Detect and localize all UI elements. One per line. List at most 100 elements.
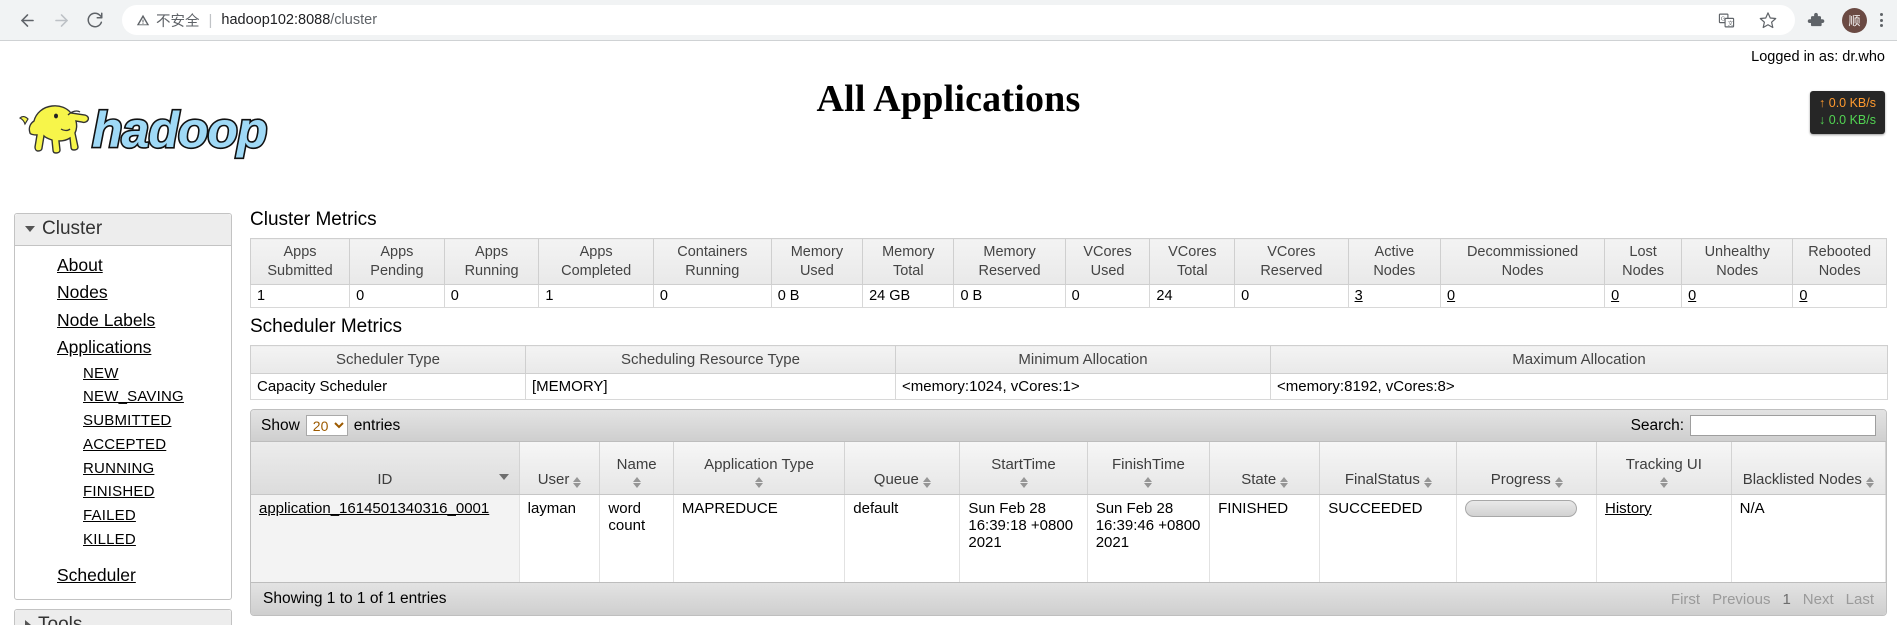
search-input[interactable] (1690, 415, 1876, 437)
url-text: hadoop102:8088/cluster (221, 12, 377, 28)
search-label: Search: (1630, 416, 1684, 434)
back-button[interactable] (10, 3, 44, 37)
th-starttime[interactable]: StartTime (959, 442, 1088, 495)
sidebar-tools-title: Tools (38, 613, 83, 625)
th-finalstatus[interactable]: FinalStatus (1319, 442, 1458, 495)
sidebar-item-submitted[interactable]: SUBMITTED (15, 409, 231, 433)
puzzle-icon[interactable] (1803, 7, 1829, 33)
td-lost-nodes[interactable]: 0 (1604, 284, 1683, 309)
sidebar-item-about[interactable]: About (15, 252, 231, 279)
sort-both-icon (1280, 476, 1289, 488)
sidebar-item-killed[interactable]: KILLED (15, 528, 231, 552)
td-scheduler-type: Capacity Scheduler (250, 373, 526, 401)
sidebar-cluster-header[interactable]: Cluster (15, 214, 231, 246)
td-active-nodes[interactable]: 3 (1347, 284, 1442, 309)
decommissioned-nodes-link[interactable]: 0 (1447, 288, 1455, 304)
sidebar-item-new[interactable]: NEW (15, 362, 231, 386)
td-scheduling-resource-type: [MEMORY] (525, 373, 896, 401)
pagination-last[interactable]: Last (1846, 591, 1874, 608)
th-apps-running: Apps Running (443, 237, 540, 286)
kebab-menu-icon[interactable] (1880, 13, 1883, 27)
datatable-info: Showing 1 to 1 of 1 entries (263, 590, 447, 608)
forward-button[interactable] (44, 3, 78, 37)
hadoop-logo[interactable]: hadoop (12, 89, 332, 167)
td-name: word count (599, 494, 674, 583)
network-upload-speed: ↑ 0.0 KB/s (1819, 96, 1876, 110)
th-progress[interactable]: Progress (1456, 442, 1597, 495)
page-length-control: Show 20 entries (261, 415, 400, 437)
pagination-next[interactable]: Next (1803, 591, 1834, 608)
th-tracking-ui-label: Tracking UI (1625, 455, 1702, 473)
th-application-type-label: Application Type (704, 455, 814, 473)
sort-desc-icon (498, 473, 509, 480)
th-finishtime[interactable]: FinishTime (1087, 442, 1211, 495)
th-id[interactable]: ID (251, 442, 520, 495)
td-vcores-reserved: 0 (1234, 284, 1349, 309)
sidebar-item-finished[interactable]: FINISHED (15, 480, 231, 504)
td-id[interactable]: application_1614501340316_0001 (251, 494, 520, 583)
th-memory-used: Memory Used (770, 237, 864, 286)
show-label: Show (261, 416, 300, 434)
th-scheduler-type: Scheduler Type (250, 345, 526, 375)
th-apps-completed: Apps Completed (538, 237, 654, 286)
search-control: Search: (1630, 415, 1876, 437)
th-state[interactable]: State (1209, 442, 1321, 495)
chevron-down-icon (25, 226, 35, 232)
th-blacklisted-nodes[interactable]: Blacklisted Nodes (1731, 442, 1886, 495)
sidebar-item-nodes[interactable]: Nodes (15, 279, 231, 306)
progress-bar (1465, 499, 1578, 517)
td-decommissioned-nodes[interactable]: 0 (1440, 284, 1606, 309)
th-queue[interactable]: Queue (844, 442, 961, 495)
sidebar-item-running[interactable]: RUNNING (15, 457, 231, 481)
sidebar-cluster-items: About Nodes Node Labels Applications NEW… (15, 246, 231, 599)
td-blacklisted-nodes: N/A (1731, 494, 1886, 583)
logged-in-label: Logged in as: dr.who (1751, 49, 1885, 65)
pagination-first[interactable]: First (1671, 591, 1700, 608)
lost-nodes-link[interactable]: 0 (1611, 288, 1619, 304)
sidebar-item-failed[interactable]: FAILED (15, 504, 231, 528)
sidebar-item-new-saving[interactable]: NEW_SAVING (15, 385, 231, 409)
td-starttime: Sun Feb 28 16:39:18 +0800 2021 (959, 494, 1088, 583)
network-download-speed: ↓ 0.0 KB/s (1819, 112, 1876, 127)
rebooted-nodes-link[interactable]: 0 (1799, 288, 1807, 304)
url-host: hadoop102:8088 (221, 12, 331, 28)
tracking-ui-link[interactable]: History (1605, 500, 1652, 517)
sidebar: Cluster About Nodes Node Labels Applicat… (14, 213, 232, 625)
td-apps-completed: 1 (538, 284, 654, 309)
th-state-label: State (1241, 470, 1277, 488)
page-body: Logged in as: dr.who ↑ 0.0 KB/s ↓ 0.0 KB… (0, 41, 1897, 625)
sidebar-item-scheduler[interactable]: Scheduler (15, 562, 231, 589)
td-minimum-allocation: <memory:1024, vCores:1> (895, 373, 1271, 401)
address-bar[interactable]: 不安全 | hadoop102:8088/cluster G文 (122, 5, 1795, 35)
sidebar-tools-header[interactable]: Tools (15, 609, 231, 625)
th-name[interactable]: Name (599, 442, 674, 495)
th-decommissioned-nodes: Decommissioned Nodes (1440, 237, 1606, 286)
sidebar-item-accepted[interactable]: ACCEPTED (15, 433, 231, 457)
th-application-type[interactable]: Application Type (673, 442, 846, 495)
th-tracking-ui[interactable]: Tracking UI (1596, 442, 1732, 495)
applications-header-row: ID User Name Application Type Queue Star… (251, 442, 1886, 495)
applications-table: ID User Name Application Type Queue Star… (251, 442, 1886, 583)
td-unhealthy-nodes[interactable]: 0 (1681, 284, 1794, 309)
sidebar-item-applications[interactable]: Applications (15, 334, 231, 361)
td-finishtime: Sun Feb 28 16:39:46 +0800 2021 (1087, 494, 1211, 583)
pagination-previous[interactable]: Previous (1712, 591, 1770, 608)
td-tracking-ui[interactable]: History (1596, 494, 1732, 583)
avatar[interactable]: 顺 (1842, 7, 1867, 33)
reload-button[interactable] (78, 3, 112, 37)
pagination-page-1[interactable]: 1 (1782, 591, 1790, 608)
cluster-metrics-table: Apps Submitted Apps Pending Apps Running Ap… (249, 237, 1887, 309)
application-id-link[interactable]: application_1614501340316_0001 (259, 500, 489, 517)
td-rebooted-nodes[interactable]: 0 (1792, 284, 1887, 309)
star-icon[interactable] (1755, 7, 1781, 33)
sidebar-item-node-labels[interactable]: Node Labels (15, 307, 231, 334)
page-length-select[interactable]: 20 (305, 415, 348, 437)
scheduler-metrics-title: Scheduler Metrics (250, 316, 403, 338)
th-user[interactable]: User (519, 442, 601, 495)
translate-icon[interactable]: G文 (1713, 7, 1739, 33)
td-apps-pending: 0 (349, 284, 445, 309)
th-finalstatus-label: FinalStatus (1344, 470, 1420, 488)
unhealthy-nodes-link[interactable]: 0 (1688, 288, 1696, 304)
pagination: First Previous 1 Next Last (1671, 591, 1874, 608)
active-nodes-link[interactable]: 3 (1355, 288, 1363, 304)
